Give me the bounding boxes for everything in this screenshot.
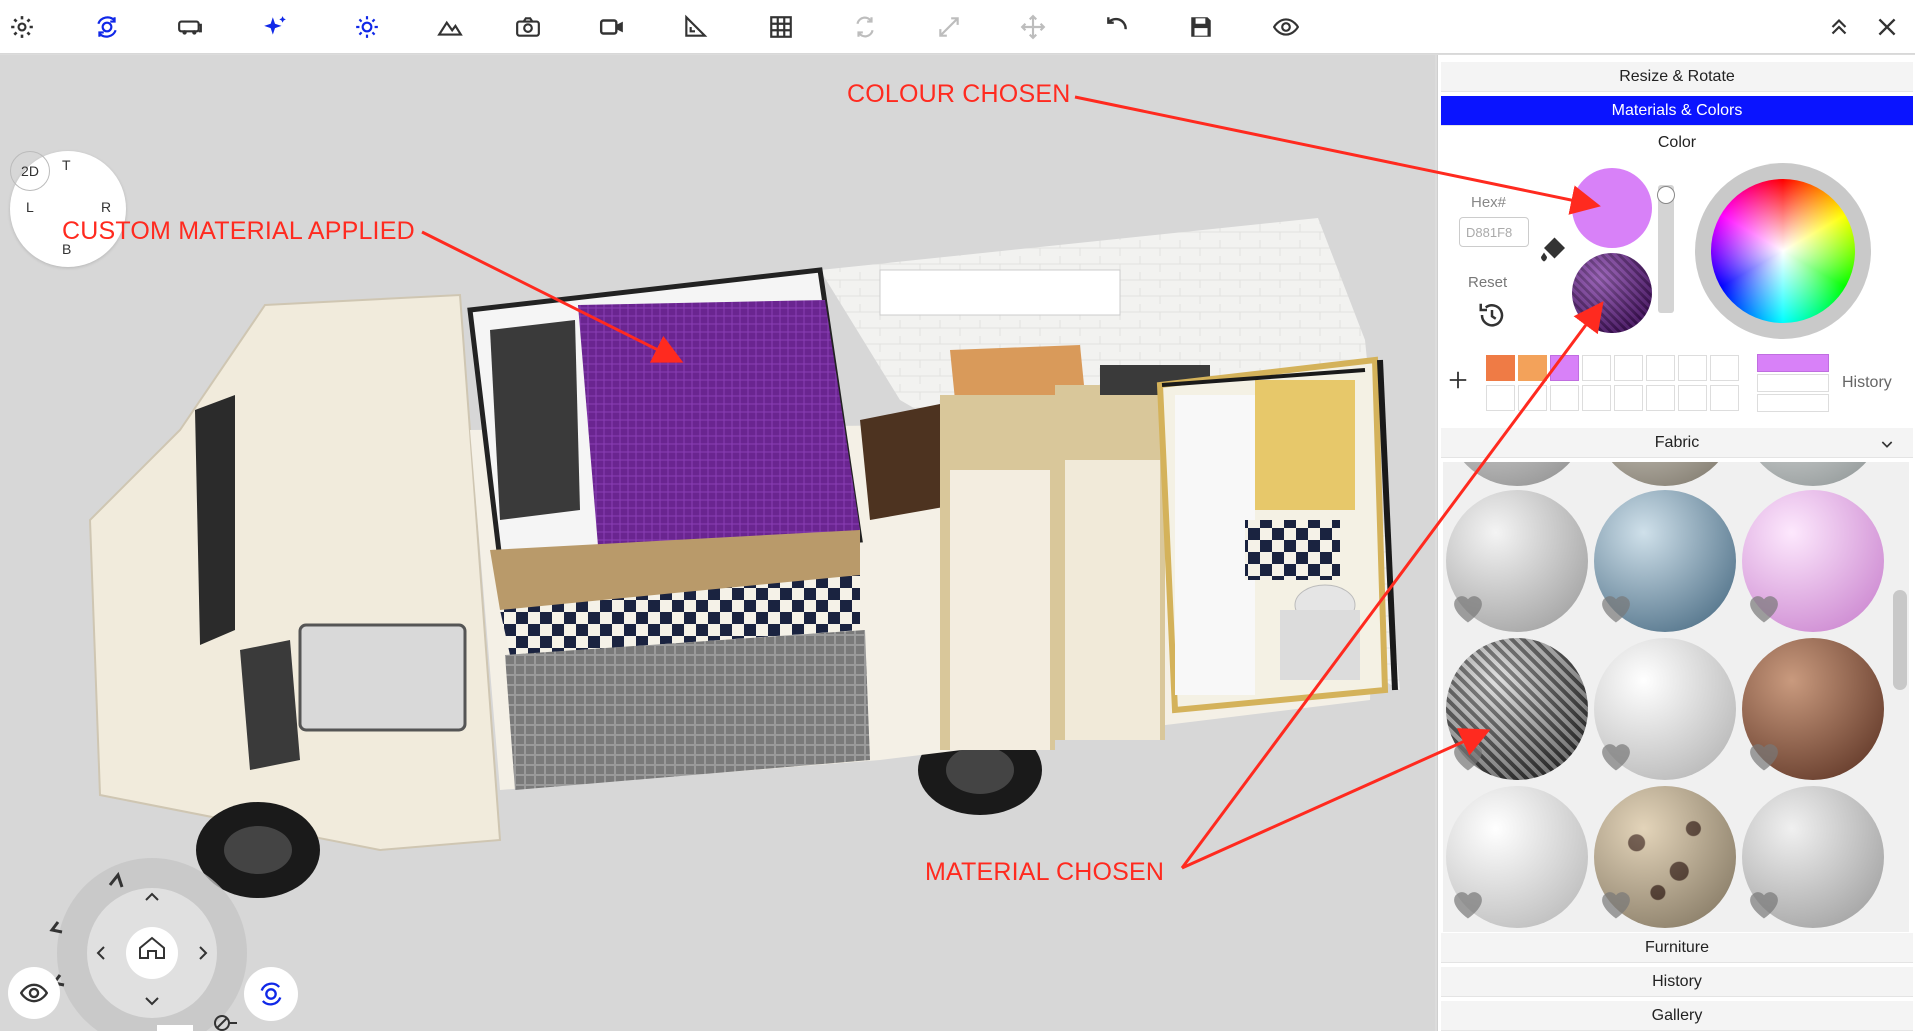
material-grid (1443, 462, 1909, 932)
compass-right-label[interactable]: R (101, 199, 111, 215)
brightness-slider-thumb[interactable] (1657, 186, 1675, 204)
orbit-icon[interactable] (90, 10, 124, 44)
compass-top-label[interactable]: T (62, 157, 71, 173)
history-colour-bar[interactable] (1757, 394, 1829, 412)
navigation-wheel[interactable] (32, 840, 272, 1031)
add-colour-icon[interactable] (1447, 369, 1469, 391)
palette-swatch-empty[interactable] (1518, 385, 1547, 411)
palette-swatch-empty[interactable] (1710, 385, 1739, 411)
collapse-icon[interactable] (1822, 10, 1856, 44)
sun-icon[interactable] (350, 10, 384, 44)
favourite-heart-icon[interactable] (1449, 738, 1487, 772)
hex-input[interactable] (1459, 217, 1529, 247)
fabric-label: Fabric (1654, 433, 1700, 451)
section-history[interactable]: History (1441, 967, 1913, 997)
orbit-icon (260, 982, 282, 1006)
favourite-heart-icon[interactable] (1449, 590, 1487, 624)
material-sphere[interactable] (1742, 462, 1884, 486)
sparkle-icon[interactable] (258, 10, 292, 44)
3d-viewport[interactable]: T L 2D R B (0, 55, 1435, 1031)
color-subheader: Color (1441, 128, 1913, 158)
mountain-icon[interactable] (433, 10, 467, 44)
gear-icon[interactable] (5, 10, 39, 44)
video-icon[interactable] (595, 10, 629, 44)
compass-2d-label: 2D (21, 163, 39, 179)
favourite-heart-icon[interactable] (1597, 886, 1635, 920)
reset-label[interactable]: Reset (1468, 274, 1507, 291)
eye-icon[interactable] (1269, 10, 1303, 44)
favourite-heart-icon[interactable] (1745, 590, 1783, 624)
move-icon[interactable] (1016, 10, 1050, 44)
history-colour-bar[interactable] (1757, 374, 1829, 392)
section-materials-colors[interactable]: Materials & Colors (1441, 96, 1913, 126)
favourite-heart-icon[interactable] (1597, 738, 1635, 772)
eye-icon (20, 983, 48, 1003)
chevron-down-icon[interactable] (1879, 436, 1895, 452)
palette-swatch-empty[interactable] (1646, 385, 1675, 411)
chosen-material-swatch[interactable] (1572, 253, 1652, 333)
van-icon[interactable] (173, 10, 207, 44)
view-compass[interactable]: T L 2D R B (10, 151, 126, 267)
palette-swatch-empty[interactable] (1486, 385, 1515, 411)
palette-swatch-empty[interactable] (1710, 355, 1739, 381)
history-colour-bar[interactable] (1757, 354, 1829, 372)
save-icon[interactable] (1184, 10, 1218, 44)
palette-swatch-empty[interactable] (1582, 385, 1611, 411)
annotation-custom-material: CUSTOM MATERIAL APPLIED (62, 217, 415, 245)
annotation-material-chosen: MATERIAL CHOSEN (925, 858, 1165, 886)
main-toolbar (0, 0, 1915, 54)
palette-swatch-empty[interactable] (1678, 385, 1707, 411)
favourite-heart-icon[interactable] (1597, 590, 1635, 624)
favourite-heart-icon[interactable] (1745, 886, 1783, 920)
material-sphere[interactable] (1594, 462, 1736, 486)
resize-icon[interactable] (932, 10, 966, 44)
history-label: History (1842, 374, 1892, 391)
palette-swatch-empty[interactable] (1550, 385, 1579, 411)
orbit-mode-button[interactable] (244, 967, 298, 1021)
material-sphere[interactable] (1446, 462, 1588, 486)
paint-bucket-icon[interactable] (1535, 231, 1571, 271)
close-icon[interactable] (1870, 10, 1904, 44)
annotation-colour-chosen: COLOUR CHOSEN (847, 80, 1071, 108)
palette-swatch[interactable] (1518, 355, 1547, 381)
palette-swatch-empty[interactable] (1614, 355, 1643, 381)
favourite-heart-icon[interactable] (1449, 886, 1487, 920)
material-grid-scrollbar[interactable] (1893, 590, 1907, 690)
section-gallery[interactable]: Gallery (1441, 1001, 1913, 1031)
rotate-icon[interactable] (848, 10, 882, 44)
section-resize-rotate[interactable]: Resize & Rotate (1441, 62, 1913, 92)
camera-icon[interactable] (511, 10, 545, 44)
favourite-heart-icon[interactable] (1745, 738, 1783, 772)
colour-wheel[interactable] (1711, 179, 1855, 323)
palette-swatch-empty[interactable] (1614, 385, 1643, 411)
palette-swatch-empty[interactable] (1678, 355, 1707, 381)
palette-swatch-empty[interactable] (1582, 355, 1611, 381)
hex-label: Hex# (1471, 194, 1507, 211)
visibility-button[interactable] (8, 967, 60, 1019)
undo-icon[interactable] (1100, 10, 1134, 44)
compass-2d-button[interactable]: 2D (10, 151, 50, 191)
reset-history-icon[interactable] (1477, 300, 1507, 330)
chosen-colour-swatch[interactable] (1572, 168, 1652, 248)
ruler-angle-icon[interactable] (678, 10, 712, 44)
palette-swatch[interactable] (1486, 355, 1515, 381)
app-root: T L 2D R B COLOUR CHOSEN CUSTOM MATERIAL… (0, 0, 1915, 1031)
compass-left-label[interactable]: L (26, 199, 34, 215)
grid-icon[interactable] (764, 10, 798, 44)
palette-swatch-empty[interactable] (1646, 355, 1675, 381)
palette-swatch[interactable] (1550, 355, 1579, 381)
brightness-slider[interactable] (1658, 185, 1674, 313)
section-fabric[interactable]: Fabric (1441, 428, 1913, 458)
section-furniture[interactable]: Furniture (1441, 933, 1913, 963)
